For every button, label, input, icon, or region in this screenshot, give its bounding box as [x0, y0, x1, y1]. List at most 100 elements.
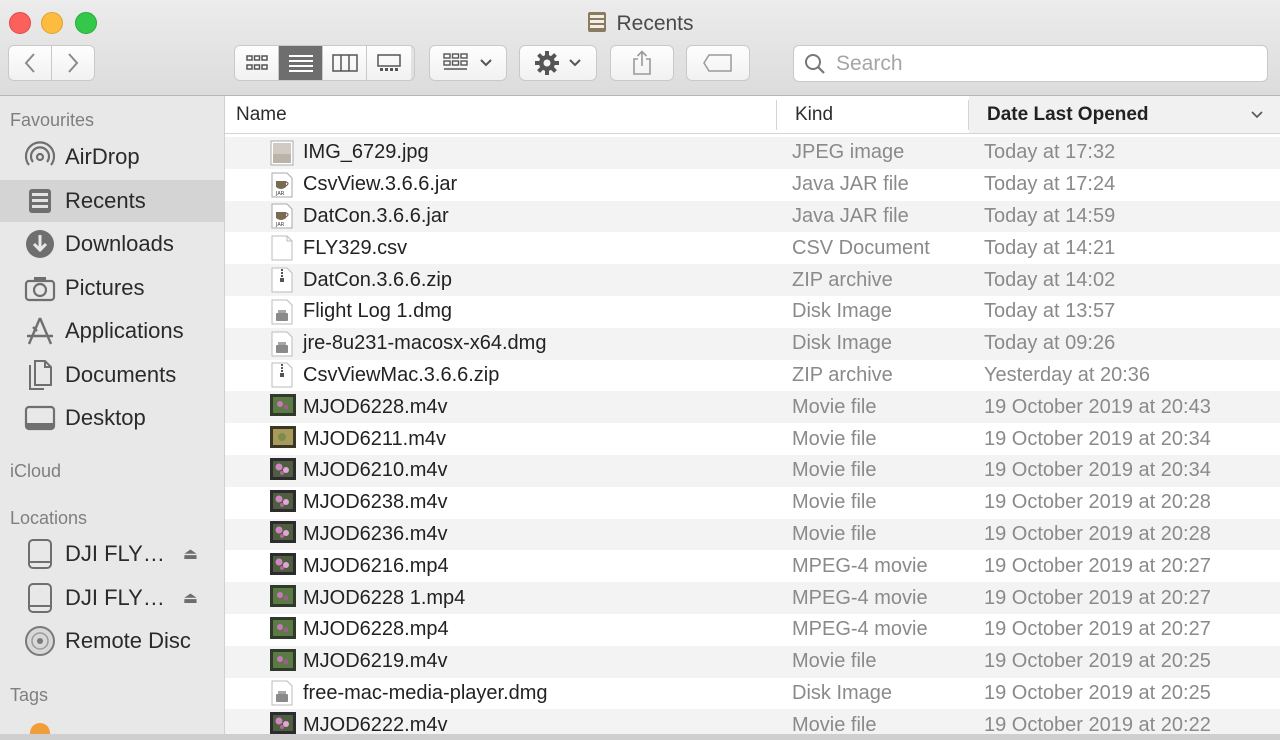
file-kind: Movie file [792, 427, 877, 450]
file-kind: ZIP archive [792, 268, 893, 291]
search-field[interactable] [793, 45, 1268, 82]
sidebar-item-label: DJI FLY… [65, 585, 165, 610]
file-date: 19 October 2019 at 20:27 [984, 554, 1211, 577]
sidebar: Favourites AirDrop Recents Downloads Pic… [0, 96, 225, 734]
table-row[interactable]: IMG_6729.jpg JPEG image Today at 17:32 [225, 137, 1280, 169]
column-divider[interactable] [776, 100, 777, 130]
column-name[interactable]: Name [236, 96, 776, 133]
table-row[interactable]: MJOD6210.m4v Movie file 19 October 2019 at… [225, 454, 1280, 487]
drive-icon [24, 538, 56, 570]
table-row[interactable]: JAR CsvView.3.6.6.jar Java JAR file Today a… [225, 169, 1280, 201]
grid-icon [245, 55, 268, 70]
table-row[interactable]: Flight Log 1.dmg Disk Image Today at 13:57 [225, 296, 1280, 328]
file-kind: MPEG-4 movie [792, 618, 928, 641]
tags-heading[interactable]: Tags [10, 685, 48, 706]
table-row[interactable]: MJOD6228.m4v Movie file 19 October 2019 at… [225, 391, 1280, 424]
file-name: CsvViewMac.3.6.6.zip [303, 363, 500, 386]
sidebar-item-airdrop[interactable]: AirDrop [0, 136, 224, 178]
gallery-view-button[interactable] [367, 46, 411, 80]
file-movie3-icon [270, 521, 296, 547]
icon-view-button[interactable] [235, 46, 279, 80]
table-row[interactable]: MJOD6228 1.mp4 MPEG-4 movie 19 October 201… [225, 582, 1280, 614]
file-kind: MPEG-4 movie [792, 554, 928, 577]
recents-icon [588, 12, 607, 32]
file-kind: Movie file [792, 650, 877, 673]
sidebar-item-pictures[interactable]: Pictures [0, 267, 224, 309]
table-row[interactable]: CsvViewMac.3.6.6.zip ZIP archive Yesterday… [225, 360, 1280, 392]
drive-icon [24, 582, 56, 614]
column-header: Name Kind Date Last Opened [225, 96, 1280, 134]
eject-icon[interactable]: ⏏ [183, 544, 198, 564]
file-name: MJOD6228.m4v [303, 395, 448, 418]
sidebar-item-dji-fly-2[interactable]: DJI FLY… ⏏ [0, 577, 224, 619]
eject-icon[interactable]: ⏏ [183, 588, 198, 608]
desktop-strip [0, 734, 1280, 740]
file-date: Today at 17:24 [984, 173, 1116, 196]
file-name: MJOD6236.m4v [303, 522, 448, 545]
file-date: 19 October 2019 at 20:25 [984, 650, 1211, 673]
file-date: Yesterday at 20:36 [984, 363, 1151, 386]
orange-tag-dot[interactable] [30, 723, 50, 734]
table-row[interactable]: MJOD6216.mp4 MPEG-4 movie 19 October 2019 … [225, 550, 1280, 582]
table-row[interactable]: MJOD6236.m4v Movie file 19 October 2019 at… [225, 518, 1280, 551]
action-menu-button[interactable] [519, 45, 597, 81]
table-row[interactable]: FLY329.csv CSV Document Today at 14:21 [225, 232, 1280, 264]
file-kind: Disk Image [792, 681, 893, 704]
file-name: MJOD6228.mp4 [303, 618, 449, 641]
downloads-icon [24, 228, 56, 260]
table-row[interactable]: JAR DatCon.3.6.6.jar Java JAR file Today at… [225, 200, 1280, 233]
sidebar-item-documents[interactable]: Documents [0, 354, 224, 396]
list-view-button[interactable] [279, 46, 323, 80]
group-by-button[interactable] [429, 45, 507, 81]
table-row[interactable]: MJOD6211.m4v Movie file 19 October 2019 at… [225, 423, 1280, 455]
tag-button[interactable] [686, 45, 750, 81]
locations-heading[interactable]: Locations [10, 508, 87, 529]
columns-icon [331, 54, 358, 72]
share-icon [633, 50, 651, 75]
file-name: MJOD6222.m4v [303, 713, 448, 734]
sidebar-item-desktop[interactable]: Desktop [0, 397, 224, 439]
file-dmg-icon [270, 299, 294, 325]
table-row[interactable]: MJOD6219.m4v Movie file 19 October 2019 at… [225, 645, 1280, 678]
file-kind: JPEG image [792, 141, 905, 164]
file-zip-icon [270, 362, 294, 388]
sidebar-item-label: Applications [65, 318, 184, 343]
column-kind[interactable]: Kind [795, 96, 965, 133]
table-row[interactable]: DatCon.3.6.6.zip ZIP archive Today at 14:0… [225, 264, 1280, 296]
file-name: MJOD6210.m4v [303, 459, 448, 482]
file-name: MJOD6211.m4v [303, 427, 447, 450]
table-row[interactable]: free-mac-media-player.dmg Disk Image 19 Oc… [225, 678, 1280, 710]
file-date: Today at 14:21 [984, 236, 1116, 259]
file-name: Flight Log 1.dmg [303, 300, 452, 323]
file-kind: Movie file [792, 491, 877, 514]
back-button[interactable] [9, 46, 52, 80]
file-kind: Disk Image [792, 332, 893, 355]
file-date: Today at 09:26 [984, 332, 1116, 355]
sidebar-item-remote-disc[interactable]: Remote Disc [0, 620, 224, 662]
table-row[interactable]: MJOD6228.mp4 MPEG-4 movie 19 October 2019 … [225, 614, 1280, 646]
column-date-last-opened[interactable]: Date Last Opened [969, 96, 1280, 133]
search-input[interactable] [834, 50, 1238, 77]
table-row[interactable]: jre-8u231-macosx-x64.dmg Disk Image Today … [225, 327, 1280, 360]
file-dmg-icon [270, 331, 294, 357]
share-button[interactable] [610, 45, 674, 81]
file-movie-icon [270, 648, 296, 675]
sidebar-item-downloads[interactable]: Downloads [0, 223, 224, 265]
column-view-button[interactable] [323, 46, 367, 80]
desktop-icon [24, 402, 56, 434]
file-kind: ZIP archive [792, 363, 893, 386]
window-title: Recents [616, 12, 694, 35]
icloud-heading[interactable]: iCloud [10, 461, 61, 482]
sidebar-item-applications[interactable]: Applications [0, 310, 224, 352]
table-row[interactable]: MJOD6222.m4v Movie file 19 October 2019 at… [225, 709, 1280, 734]
file-kind: Java JAR file [792, 173, 909, 196]
file-name: FLY329.csv [303, 236, 408, 259]
file-kind: MPEG-4 movie [792, 586, 928, 609]
disc-icon [24, 625, 56, 657]
forward-button[interactable] [51, 46, 94, 80]
sidebar-item-label: Desktop [65, 405, 146, 430]
sidebar-item-recents[interactable]: Recents [0, 180, 224, 222]
table-row[interactable]: MJOD6238.m4v Movie file 19 October 2019 at… [225, 487, 1280, 519]
sidebar-item-dji-fly-1[interactable]: DJI FLY… ⏏ [0, 533, 224, 575]
file-movie3-icon [270, 712, 296, 734]
